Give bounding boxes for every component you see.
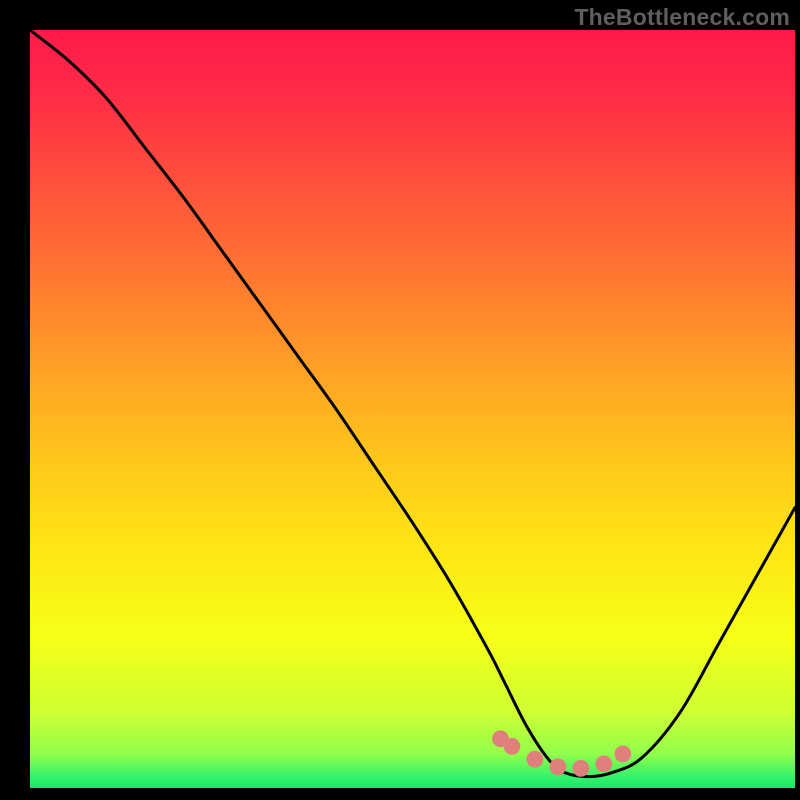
optimal-dot bbox=[526, 751, 543, 768]
optimal-dot bbox=[549, 758, 566, 775]
optimal-dot bbox=[572, 760, 589, 777]
optimal-dot bbox=[614, 745, 631, 762]
chart-container: { "watermark": "TheBottleneck.com", "cha… bbox=[0, 0, 800, 800]
gradient-background bbox=[30, 30, 795, 788]
optimal-dot bbox=[595, 755, 612, 772]
optimal-dot bbox=[504, 738, 521, 755]
bottleneck-chart bbox=[0, 0, 800, 800]
watermark-text: TheBottleneck.com bbox=[574, 4, 790, 31]
